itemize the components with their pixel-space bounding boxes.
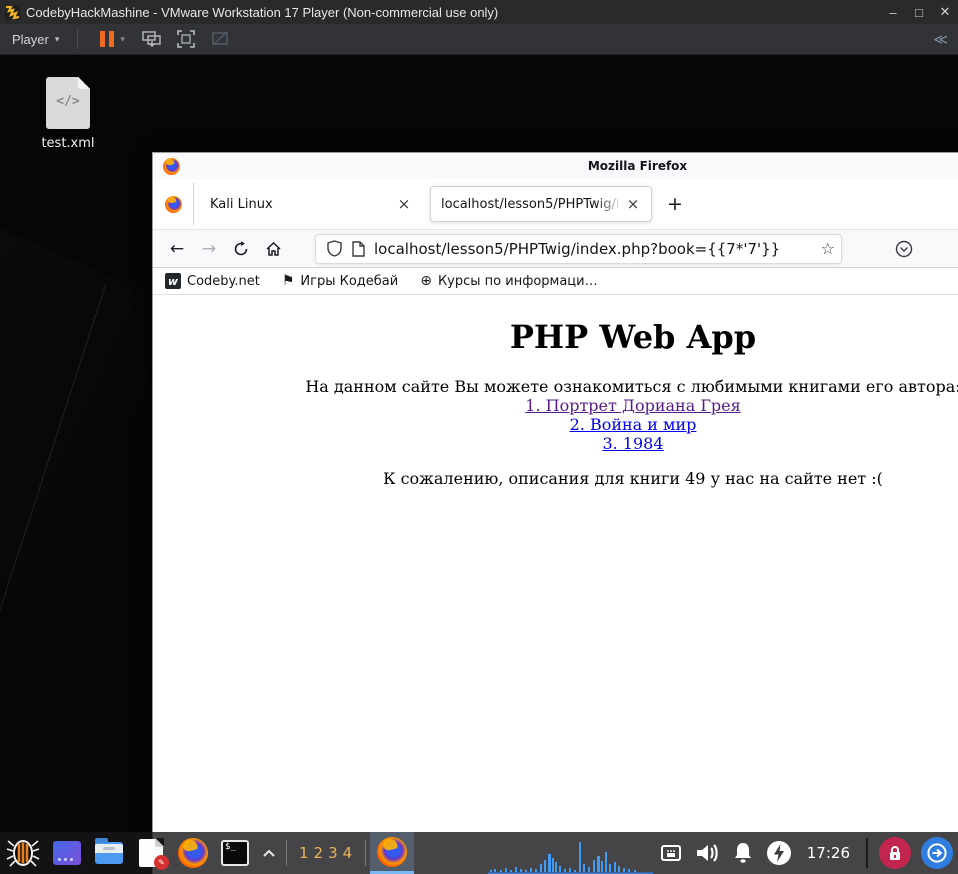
web-page-content: PHP Web App На данном сайте Вы можете оз… <box>153 296 958 874</box>
power-manager-icon[interactable] <box>761 832 797 874</box>
bookmark-label: Игры Кодебай <box>300 273 399 289</box>
back-button[interactable]: ← <box>161 234 193 264</box>
collapse-toolbar-button[interactable]: ≪ <box>933 31 948 48</box>
suspend-vm-button[interactable] <box>100 31 115 47</box>
firefox-launcher-button[interactable] <box>172 832 214 874</box>
vm-maximize-button[interactable]: □ <box>906 0 932 24</box>
firefox-tabbar: Kali Linux × localhost/lesson5/PHPTwig/i… <box>153 179 958 229</box>
notifications-bell-icon[interactable] <box>725 832 761 874</box>
fullscreen-button[interactable] <box>173 28 199 50</box>
volume-icon[interactable] <box>689 832 725 874</box>
books-paragraph: На данном сайте Вы можете ознакомиться с… <box>153 377 958 453</box>
book-link-3[interactable]: 3. 1984 <box>602 434 663 453</box>
desktop-file-testxml[interactable]: </> test.xml <box>22 77 114 151</box>
file-manager-button[interactable] <box>88 832 130 874</box>
network-tray-icon[interactable] <box>653 832 689 874</box>
not-found-message: К сожалению, описания для книги 49 у нас… <box>383 469 883 488</box>
logout-button[interactable] <box>921 837 953 869</box>
workspace-1[interactable]: 1 <box>299 844 310 862</box>
reload-button[interactable] <box>225 234 257 264</box>
network-monitor-graph <box>487 832 653 874</box>
vmware-logo-icon <box>5 4 20 20</box>
xml-file-icon: </> <box>46 77 90 129</box>
panel-divider <box>286 840 287 866</box>
flag-icon: ⚑ <box>281 273 295 289</box>
book-link-1[interactable]: 1. Портрет Дориана Грея <box>525 396 740 415</box>
tab-localhost-active[interactable]: localhost/lesson5/PHPTwig/i × <box>430 186 652 222</box>
firefox-navbar: ← → localhost/lesson5/PHPTwig/index.php?… <box>153 229 958 268</box>
intro-text: На данном сайте Вы можете ознакомиться с… <box>305 377 958 396</box>
firefox-window-task-button[interactable] <box>370 832 415 874</box>
player-menu[interactable]: Player ▾ <box>0 24 69 54</box>
code-glyph: </> <box>56 94 80 109</box>
firefox-window: Mozilla Firefox Kali Linux × localhost/l… <box>152 152 958 874</box>
workspace-switcher[interactable]: 1 2 3 4 <box>291 832 361 874</box>
folder-icon <box>95 838 123 864</box>
toolbar-divider <box>77 29 79 49</box>
vm-minimize-button[interactable]: – <box>880 0 906 24</box>
globe-icon: ⊕ <box>420 273 432 289</box>
clock[interactable]: 17:26 <box>797 832 860 874</box>
shield-icon[interactable] <box>322 237 346 261</box>
page-title: PHP Web App <box>509 318 757 356</box>
book-link-2[interactable]: 2. Война и мир <box>570 415 697 434</box>
url-bar[interactable]: localhost/lesson5/PHPTwig/index.php?book… <box>315 233 842 264</box>
bookmark-games[interactable]: ⚑ Игры Кодебай <box>282 273 398 289</box>
console-view-button-disabled <box>207 28 233 50</box>
bookmark-courses[interactable]: ⊕ Курсы по информаци… <box>420 273 597 289</box>
vm-screen: CodebyHackMashine - VMware Workstation 1… <box>0 0 958 874</box>
new-tab-button[interactable]: + <box>660 189 690 219</box>
page-info-icon[interactable] <box>346 237 370 261</box>
close-tab-icon[interactable]: × <box>623 194 643 214</box>
firefox-view-icon <box>164 195 182 213</box>
forward-button: → <box>201 238 217 259</box>
vm-close-button[interactable]: ✕ <box>932 0 958 24</box>
terminal-icon: $_ <box>221 840 249 866</box>
player-menu-label: Player <box>12 31 49 47</box>
suspend-dropdown-caret[interactable]: ▾ <box>120 34 125 45</box>
tab-kali-linux[interactable]: Kali Linux × <box>200 186 422 222</box>
tray-divider <box>866 838 868 868</box>
bookmark-label: Codeby.net <box>187 273 260 289</box>
firefox-titlebar[interactable]: Mozilla Firefox <box>153 153 958 179</box>
applications-menu-button[interactable] <box>0 832 46 874</box>
bookmark-label: Курсы по информаци… <box>437 273 598 289</box>
panel-divider <box>365 840 367 866</box>
text-editor-button[interactable]: ✎ <box>130 832 172 874</box>
desktop-icon <box>53 841 81 865</box>
url-input[interactable]: localhost/lesson5/PHPTwig/index.php?book… <box>370 240 821 258</box>
bookmarks-toolbar: w Codeby.net ⚑ Игры Кодебай ⊕ Курсы по и… <box>153 268 958 295</box>
firefox-view-button[interactable] <box>159 190 187 218</box>
vmware-toolbar: Player ▾ ▾ ≪ <box>0 24 958 55</box>
kali-desktop: </> test.xml Mozilla Firefox Kali Linux … <box>0 55 958 874</box>
tab-label: Kali Linux <box>210 196 273 212</box>
terminal-launcher-button[interactable]: $_ <box>214 832 256 874</box>
kali-taskbar: ✎ $_ 1 2 3 4 17:26 <box>0 832 958 874</box>
workspace-2[interactable]: 2 <box>314 844 325 862</box>
workspace-4[interactable]: 4 <box>343 844 354 862</box>
firefox-icon <box>377 836 408 867</box>
send-ctrl-alt-del-button[interactable] <box>139 28 165 50</box>
text-editor-icon: ✎ <box>139 838 169 870</box>
codeby-favicon: w <box>165 273 181 289</box>
show-desktop-button[interactable] <box>46 832 88 874</box>
vm-window-title: CodebyHackMashine - VMware Workstation 1… <box>26 4 499 20</box>
firefox-icon <box>178 838 208 868</box>
close-tab-icon[interactable]: × <box>394 194 414 214</box>
tab-divider <box>193 182 194 226</box>
workspace-3[interactable]: 3 <box>328 844 339 862</box>
home-button[interactable] <box>257 234 289 264</box>
pocket-icon[interactable] <box>890 235 918 263</box>
chevron-down-icon: ▾ <box>54 33 60 44</box>
bookmark-star-icon[interactable]: ☆ <box>821 239 835 258</box>
bookmark-codeby[interactable]: w Codeby.net <box>165 273 260 289</box>
vmware-titlebar: CodebyHackMashine - VMware Workstation 1… <box>0 0 958 24</box>
tab-label: localhost/lesson5/PHPTwig/i <box>441 196 620 212</box>
file-label: test.xml <box>41 136 95 151</box>
panel-expand-button[interactable] <box>256 832 282 874</box>
firefox-window-title: Mozilla Firefox <box>587 159 688 173</box>
lock-screen-button[interactable] <box>879 837 911 869</box>
